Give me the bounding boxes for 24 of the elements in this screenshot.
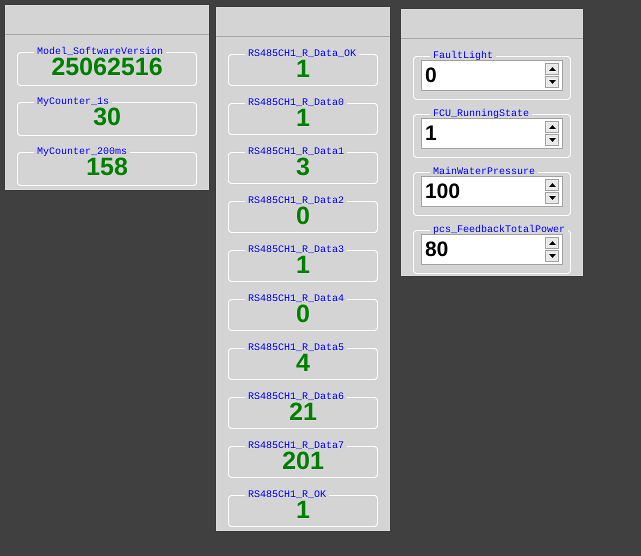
spin-down-button[interactable] [545, 76, 559, 88]
spin-box[interactable]: 80 [421, 234, 563, 265]
down-arrow-icon [548, 254, 556, 258]
up-arrow-icon [548, 183, 556, 187]
spin-up-button[interactable] [545, 237, 559, 249]
spin-up-button[interactable] [545, 63, 559, 75]
spin-box[interactable]: 0 [421, 60, 563, 91]
up-arrow-icon [548, 125, 556, 129]
down-arrow-icon [548, 80, 556, 84]
field-label: pcs_FeedbackTotalPower [432, 225, 566, 236]
down-arrow-icon [548, 196, 556, 200]
spin-down-button[interactable] [545, 192, 559, 204]
down-arrow-icon [548, 138, 556, 142]
spin-box[interactable]: 100 [421, 176, 563, 207]
up-arrow-icon [548, 241, 556, 245]
field-label: MainWaterPressure [432, 167, 536, 178]
spin-up-button[interactable] [545, 121, 559, 133]
spin-box[interactable]: 1 [421, 118, 563, 149]
up-arrow-icon [548, 67, 556, 71]
spin-down-button[interactable] [545, 134, 559, 146]
spin-up-button[interactable] [545, 179, 559, 191]
field-label: FaultLight [432, 51, 494, 62]
field-label: FCU_RunningState [432, 109, 530, 120]
spin-down-button[interactable] [545, 250, 559, 262]
